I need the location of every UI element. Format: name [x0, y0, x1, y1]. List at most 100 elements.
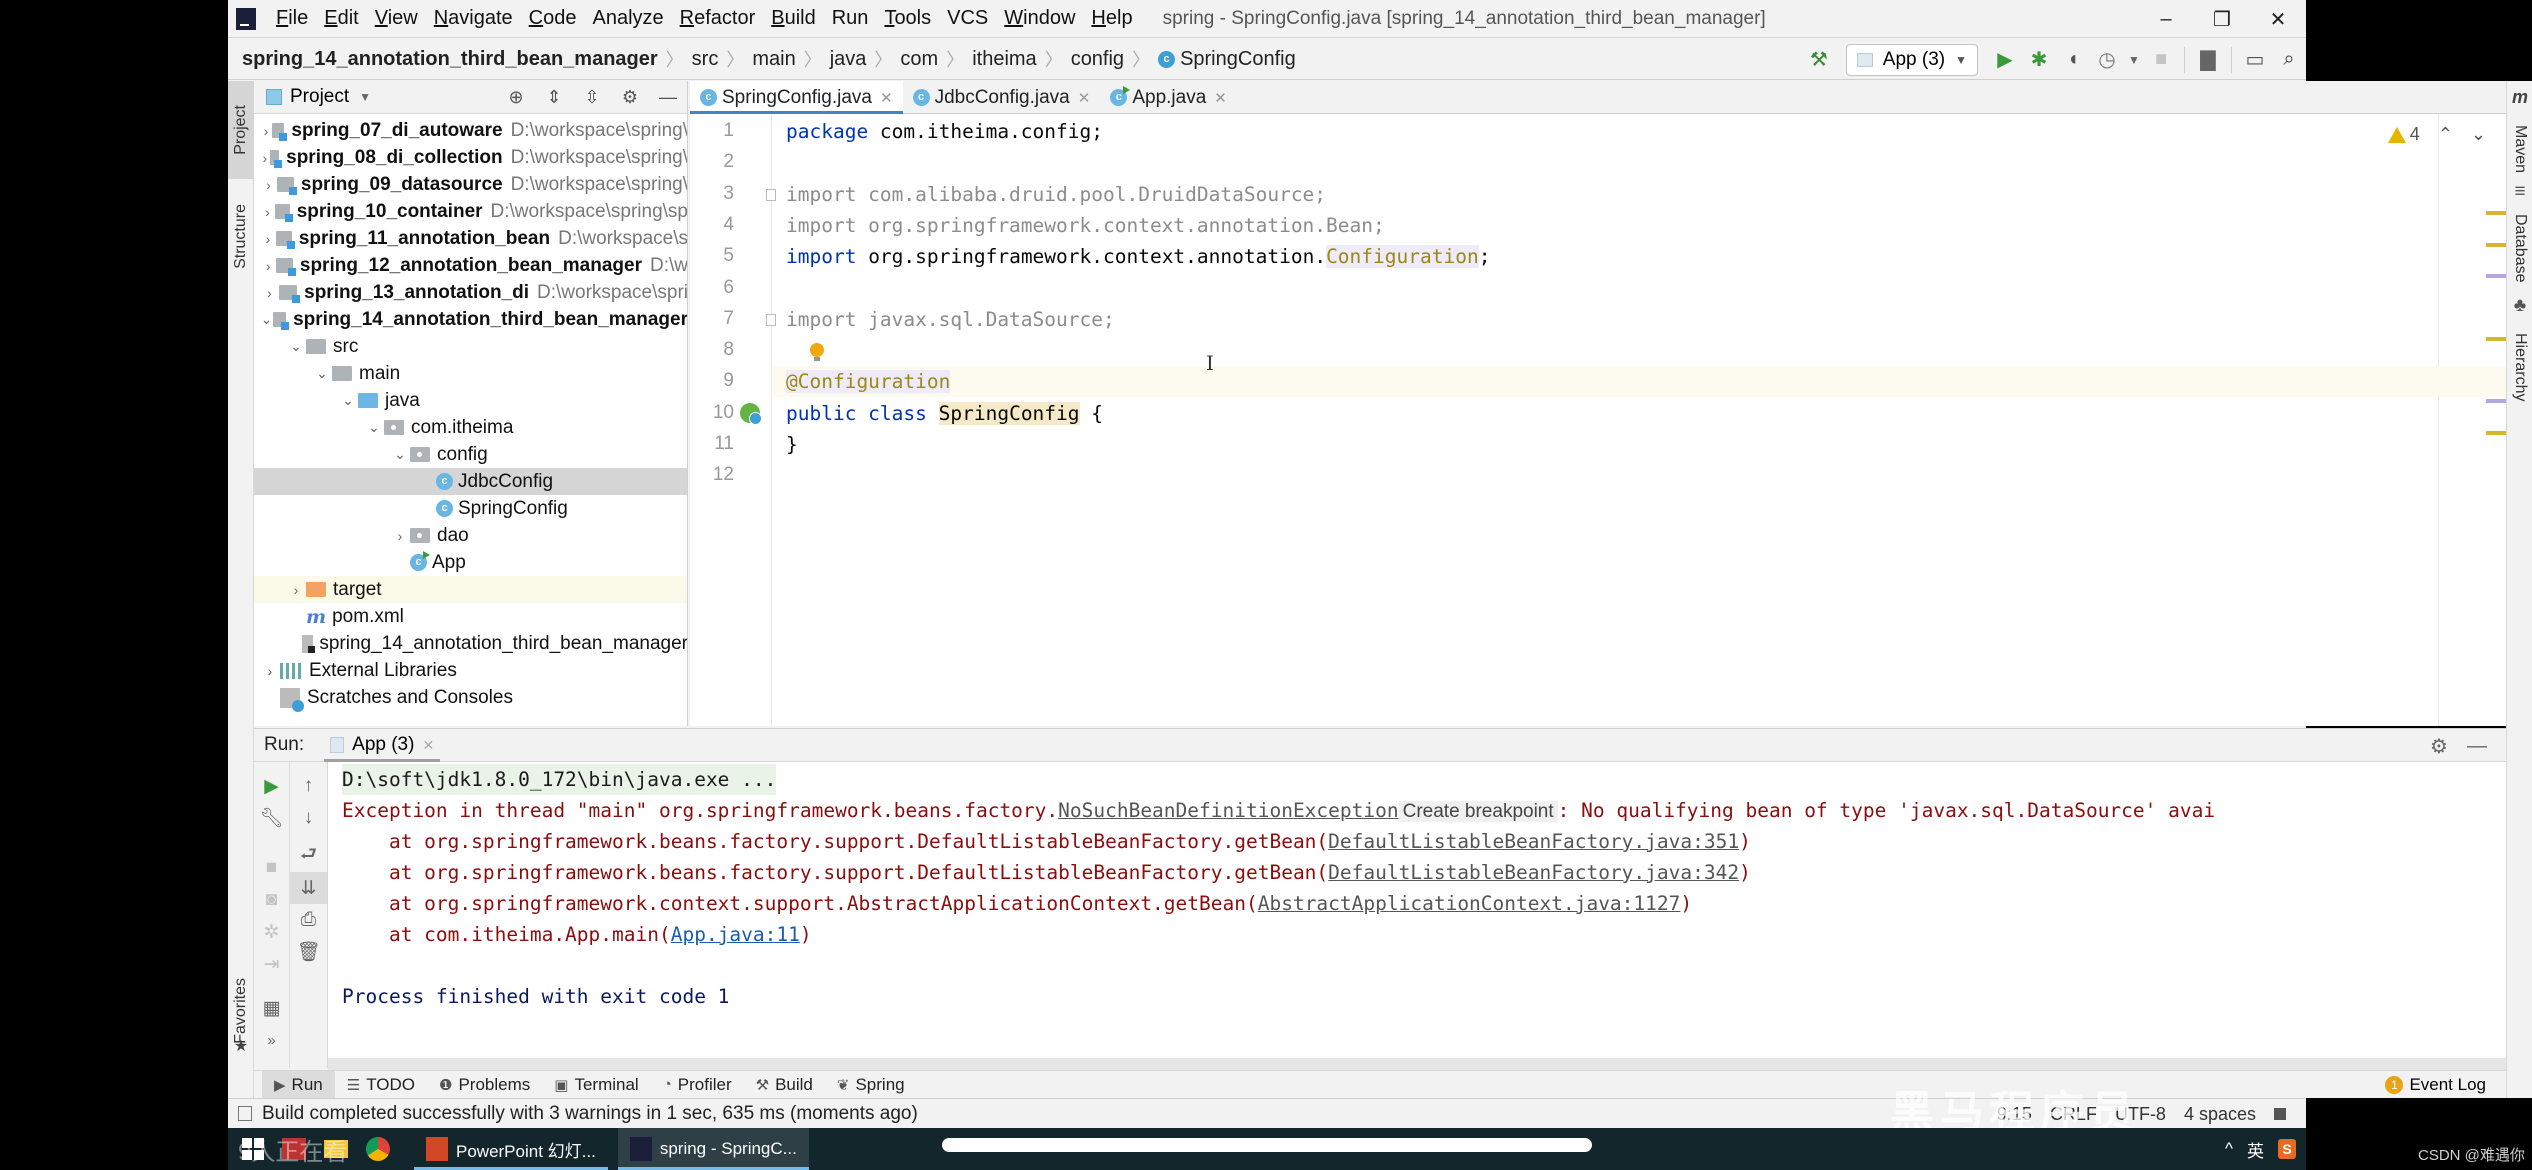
- tree-item[interactable]: ⌄ spring_14_annotation_third_bean_manager: [254, 306, 687, 333]
- menu-window[interactable]: Window: [996, 7, 1083, 30]
- chevron-down-icon[interactable]: ⌄: [286, 338, 306, 355]
- taskbar-app[interactable]: spring - SpringC...: [617, 1128, 809, 1170]
- toggle-tool-windows-icon[interactable]: [238, 1106, 252, 1121]
- video-progress-bar[interactable]: [942, 1138, 1592, 1152]
- tree-item[interactable]: › External Libraries: [254, 657, 687, 684]
- project-structure-icon[interactable]: ▇: [2191, 43, 2225, 77]
- maven-tool-tab[interactable]: Maven: [2507, 109, 2532, 189]
- tree-item[interactable]: ⌄ main: [254, 360, 687, 387]
- chevron-right-icon[interactable]: ›: [260, 258, 276, 274]
- file-encoding[interactable]: UTF-8: [2115, 1104, 2166, 1125]
- hierarchy-tool-tab[interactable]: Hierarchy: [2507, 317, 2532, 417]
- chevron-right-icon[interactable]: ›: [260, 204, 275, 220]
- tree-item[interactable]: ⌄ com.itheima: [254, 414, 687, 441]
- chevron-right-icon[interactable]: ›: [260, 231, 276, 247]
- edit-config-wrench-icon[interactable]: 🔧︎: [254, 802, 289, 834]
- collapse-all-icon[interactable]: ⇳: [573, 87, 611, 108]
- menu-code[interactable]: Code: [521, 7, 585, 30]
- spring-bean-gutter-icon[interactable]: [740, 402, 762, 425]
- tree-item[interactable]: spring_14_annotation_third_bean_manager: [254, 630, 687, 657]
- code-line[interactable]: import javax.sql.DataSource;: [786, 304, 1115, 335]
- expand-all-icon[interactable]: ⇕: [535, 87, 573, 108]
- firewall-app-icon[interactable]: [274, 1128, 314, 1170]
- restore-layout-icon[interactable]: ✲: [254, 916, 289, 948]
- exception-class-link[interactable]: NoSuchBeanDefinitionException: [1058, 799, 1398, 822]
- error-stripe-marker[interactable]: [2486, 337, 2506, 341]
- close-icon[interactable]: ✕: [1078, 89, 1091, 107]
- inspection-widget[interactable]: 4 ⌃ ⌄: [2387, 124, 2486, 145]
- lock-icon[interactable]: [2274, 1108, 2286, 1120]
- tool-tab-spring[interactable]: ❦ Spring: [825, 1071, 917, 1099]
- menu-tools[interactable]: Tools: [876, 7, 939, 30]
- close-icon[interactable]: ✕: [422, 737, 434, 754]
- chevron-down-icon[interactable]: ⌄: [390, 446, 410, 463]
- console-horizontal-scrollbar[interactable]: [328, 1058, 2506, 1070]
- menu-analyze[interactable]: Analyze: [584, 7, 671, 30]
- chevron-down-icon[interactable]: ▼: [359, 90, 371, 104]
- tool-tab-run[interactable]: ▶ Run: [262, 1070, 335, 1099]
- breadcrumb-item[interactable]: c SpringConfig: [1158, 48, 1296, 71]
- editor-tab[interactable]: c SpringConfig.java ✕: [690, 81, 903, 115]
- tree-item[interactable]: › spring_07_di_autoware D:\workspace\sprin…: [254, 117, 687, 144]
- breadcrumb-item[interactable]: config: [1071, 48, 1124, 71]
- more-icon[interactable]: »: [254, 1024, 289, 1056]
- tree-item[interactable]: › spring_13_annotation_di D:\workspace\spr…: [254, 279, 687, 306]
- close-icon[interactable]: ✕: [880, 89, 893, 107]
- tree-item[interactable]: › spring_12_annotation_bean_manager D:\w: [254, 252, 687, 279]
- layout-icon[interactable]: ▦: [254, 992, 289, 1024]
- fold-marker-icon[interactable]: [766, 188, 776, 201]
- tree-item[interactable]: ⌄ java: [254, 387, 687, 414]
- indent-setting[interactable]: 4 spaces: [2184, 1104, 2256, 1125]
- profile-icon[interactable]: ◷: [2090, 43, 2124, 77]
- code-editor[interactable]: 1 2 3 4 5 6 7 8 9 10 11 12 4 ⌃ ⌄ package com.itheim…: [690, 114, 2506, 726]
- previous-highlight-icon[interactable]: ⌃: [2438, 124, 2453, 145]
- chevron-right-icon[interactable]: ›: [260, 663, 280, 679]
- run-configuration-selector[interactable]: App (3) ▼: [1845, 43, 1978, 76]
- debug-icon[interactable]: ✱: [2022, 43, 2056, 77]
- chevron-down-icon[interactable]: ⌄: [364, 419, 384, 436]
- breadcrumb-item[interactable]: spring_14_annotation_third_bean_manager: [242, 48, 658, 71]
- tree-item[interactable]: ⌄ src: [254, 333, 687, 360]
- run-console[interactable]: D:\soft\jdk1.8.0_172\bin\java.exe ... Ex…: [328, 762, 2506, 1058]
- breadcrumb-item[interactable]: java: [830, 48, 867, 71]
- tree-item[interactable]: › spring_11_annotation_bean D:\workspace\s: [254, 225, 687, 252]
- tree-item[interactable]: m pom.xml: [254, 603, 687, 630]
- error-stripe-marker[interactable]: [2486, 211, 2506, 215]
- line-separator[interactable]: CRLF: [2050, 1104, 2097, 1125]
- tree-item[interactable]: c App: [254, 549, 687, 576]
- chevron-right-icon[interactable]: ›: [260, 123, 272, 139]
- locate-icon[interactable]: ⊕: [497, 87, 535, 108]
- menu-vcs[interactable]: VCS: [939, 7, 996, 30]
- breadcrumb-item[interactable]: com: [900, 48, 938, 71]
- chevron-right-icon[interactable]: ›: [260, 285, 279, 301]
- menu-navigate[interactable]: Navigate: [426, 7, 521, 30]
- tree-item[interactable]: Scratches and Consoles: [254, 684, 687, 712]
- project-view-selector[interactable]: Project: [290, 86, 349, 108]
- trash-icon[interactable]: 🗑︎: [290, 936, 327, 968]
- chevron-down-icon[interactable]: ⌄: [312, 365, 332, 382]
- sogou-ime-icon[interactable]: S: [2278, 1139, 2296, 1159]
- code-line[interactable]: package com.itheima.config;: [786, 116, 1103, 147]
- profile-dropdown-icon[interactable]: ▼: [2124, 43, 2144, 77]
- chevron-right-icon[interactable]: ›: [390, 528, 410, 544]
- caret-position[interactable]: 9:15: [1997, 1104, 2032, 1125]
- intention-bulb-icon[interactable]: [810, 343, 824, 362]
- tree-item[interactable]: › spring_09_datasource D:\workspace\spring…: [254, 171, 687, 198]
- editor-tab[interactable]: c App.java ✕: [1100, 81, 1237, 114]
- chrome-icon[interactable]: [358, 1128, 398, 1170]
- taskbar-app[interactable]: PowerPoint 幻灯...: [414, 1128, 608, 1170]
- run-icon[interactable]: ▶: [1988, 43, 2022, 77]
- tool-tab-problems[interactable]: ❶ Problems: [427, 1071, 542, 1099]
- chevron-down-icon[interactable]: ⌄: [260, 311, 273, 328]
- run-anything-icon[interactable]: ▭: [2238, 43, 2272, 77]
- down-arrow-icon[interactable]: ↓: [290, 802, 327, 834]
- hide-icon[interactable]: —: [2458, 735, 2496, 758]
- chevron-right-icon[interactable]: ›: [260, 177, 277, 193]
- next-highlight-icon[interactable]: ⌄: [2471, 124, 2486, 145]
- tree-item[interactable]: › dao: [254, 522, 687, 549]
- source-link[interactable]: AbstractApplicationContext.java:1127: [1258, 892, 1681, 915]
- code-line[interactable]: }: [786, 429, 798, 460]
- breadcrumb-item[interactable]: main: [752, 48, 795, 71]
- stop-icon[interactable]: ■: [254, 852, 289, 884]
- stop-icon[interactable]: ■: [2144, 43, 2178, 77]
